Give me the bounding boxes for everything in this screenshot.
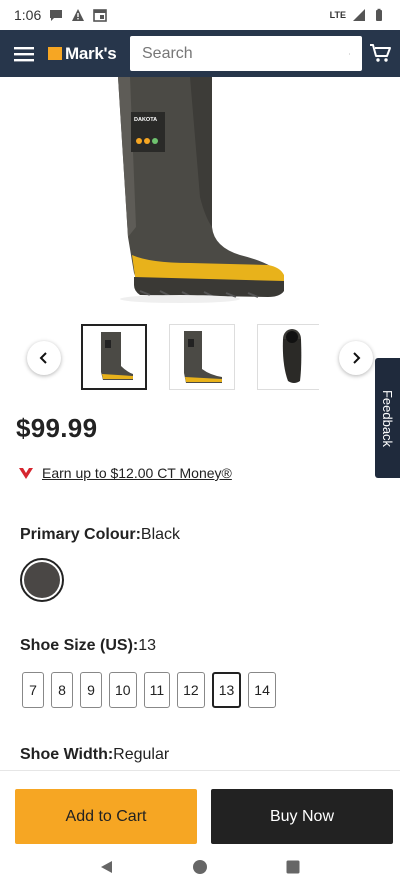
- boot-brand-label: DAKOTA: [134, 117, 157, 123]
- bottom-action-bar: Add to Cart Buy Now: [0, 770, 400, 844]
- search-bar[interactable]: [130, 36, 362, 71]
- back-triangle-icon[interactable]: [99, 859, 115, 875]
- cart-icon[interactable]: [366, 39, 394, 67]
- product-price: $99.99: [16, 413, 98, 443]
- buy-now-button[interactable]: Buy Now: [211, 789, 393, 844]
- swatch-fill: [24, 562, 60, 598]
- app-header: Mark's: [0, 30, 400, 77]
- size-option-14[interactable]: 14: [248, 672, 276, 708]
- network-type: LTE: [329, 10, 346, 20]
- search-input[interactable]: [142, 44, 349, 63]
- shoe-size-value: 13: [138, 637, 157, 654]
- size-options: 7 8 9 10 11 12 13 14: [22, 672, 276, 708]
- thumbnail-carousel: [0, 322, 400, 392]
- size-option-10[interactable]: 10: [109, 672, 137, 708]
- home-circle-icon[interactable]: [192, 859, 208, 875]
- primary-colour-label: Primary Colour:: [20, 526, 141, 543]
- ct-triangle-icon: [19, 467, 33, 479]
- thumbnail-3[interactable]: [257, 324, 319, 390]
- chat-bubble-icon: [50, 10, 63, 21]
- status-bar: 1:06 LTE: [0, 0, 400, 30]
- product-image-main[interactable]: DAKOTA: [0, 77, 400, 312]
- chevron-left-icon: [39, 352, 47, 364]
- chevron-right-icon: [353, 352, 361, 364]
- feedback-label: Feedback: [380, 389, 395, 447]
- thumbnail-2[interactable]: [169, 324, 235, 390]
- add-to-cart-button[interactable]: Add to Cart: [15, 789, 197, 844]
- shoe-width-row: Shoe Width:Regular: [20, 746, 169, 764]
- size-option-12[interactable]: 12: [177, 672, 205, 708]
- calendar-icon: [93, 9, 108, 22]
- boot-front-thumbnail: [184, 331, 222, 383]
- size-option-9[interactable]: 9: [80, 672, 102, 708]
- size-option-8[interactable]: 8: [51, 672, 73, 708]
- hamburger-menu-icon[interactable]: [0, 30, 48, 77]
- thumbnail-1[interactable]: [81, 324, 147, 390]
- status-time: 1:06: [14, 7, 42, 23]
- colour-swatch-black[interactable]: [20, 558, 64, 602]
- battery-icon: [376, 8, 382, 21]
- recents-square-icon[interactable]: [285, 859, 301, 875]
- android-navigation-bar: [0, 844, 400, 889]
- logo-text: Mark's: [65, 43, 117, 63]
- alert-triangle-icon: [72, 9, 85, 21]
- size-option-13[interactable]: 13: [211, 672, 242, 708]
- primary-colour-value: Black: [140, 526, 181, 543]
- shoe-size-label: Shoe Size (US):: [20, 637, 139, 654]
- search-icon[interactable]: [349, 46, 350, 62]
- shoe-width-value: Regular: [113, 746, 170, 763]
- shoe-width-label: Shoe Width:: [20, 746, 114, 763]
- feedback-tab[interactable]: Feedback: [375, 358, 400, 478]
- carousel-next-button[interactable]: [339, 341, 373, 375]
- size-option-7[interactable]: 7: [22, 672, 44, 708]
- ct-money-row: Earn up to $12.00 CT Money®: [18, 465, 232, 481]
- carousel-prev-button[interactable]: [27, 341, 61, 375]
- signal-icon: [353, 9, 365, 21]
- ct-money-link[interactable]: Earn up to $12.00 CT Money®: [42, 465, 232, 481]
- rubber-boot-image: DAKOTA: [118, 77, 284, 303]
- primary-colour-row: Primary Colour:Black: [20, 526, 180, 544]
- size-option-11[interactable]: 11: [143, 672, 171, 708]
- marks-logo[interactable]: Mark's: [48, 43, 117, 64]
- logo-mark: [48, 47, 62, 60]
- boot-side-thumbnail: [101, 332, 133, 380]
- boot-top-view-thumbnail: [282, 329, 302, 383]
- shoe-size-row: Shoe Size (US):13: [20, 637, 156, 655]
